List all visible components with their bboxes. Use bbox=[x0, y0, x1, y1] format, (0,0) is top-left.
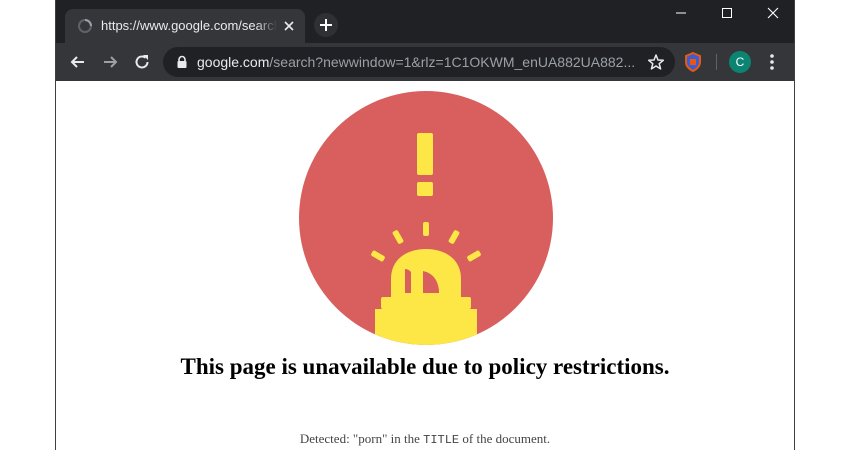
detection-prefix: Detected: "porn" in the bbox=[299, 431, 424, 446]
new-tab-button[interactable] bbox=[314, 13, 338, 37]
page-title: This page is unavailable due to policy r… bbox=[180, 354, 670, 379]
maximize-button[interactable] bbox=[704, 0, 750, 26]
tab-title: https://www.google.com/search?newwindow=… bbox=[101, 18, 277, 33]
tab-google-search[interactable]: https://www.google.com/search?newwindow=… bbox=[65, 9, 305, 43]
detection-keyword: TITLE bbox=[423, 433, 460, 447]
minimize-button[interactable] bbox=[658, 0, 704, 26]
toolbar-divider bbox=[716, 54, 717, 70]
vertical-dots-icon[interactable] bbox=[764, 52, 780, 72]
back-button[interactable] bbox=[66, 50, 90, 74]
minimize-icon bbox=[676, 12, 686, 14]
shield-icon[interactable] bbox=[684, 51, 702, 73]
avatar[interactable]: C bbox=[729, 51, 751, 73]
arrow-left-icon bbox=[70, 56, 84, 68]
url-path: /search?newwindow=1&rlz=1C1OKWM_enUA882U… bbox=[269, 54, 636, 70]
window-close-button[interactable] bbox=[750, 0, 794, 26]
reload-button[interactable] bbox=[130, 50, 154, 74]
star-icon[interactable] bbox=[647, 53, 665, 71]
browser-toolbar: google.com/search?newwindow=1&rlz=1C1OKW… bbox=[56, 43, 794, 81]
close-icon[interactable] bbox=[281, 18, 297, 34]
maximize-icon bbox=[722, 8, 732, 18]
browser-window: https://www.google.com/search?newwindow=… bbox=[55, 0, 795, 450]
plus-icon bbox=[320, 19, 332, 31]
reload-icon bbox=[135, 55, 149, 69]
page-content: This page is unavailable due to policy r… bbox=[56, 81, 794, 450]
tab-strip: https://www.google.com/search?newwindow=… bbox=[56, 0, 794, 43]
siren-alert-icon bbox=[299, 91, 553, 345]
arrow-right-icon bbox=[104, 56, 118, 68]
forward-button[interactable] bbox=[98, 50, 122, 74]
close-icon bbox=[767, 7, 779, 19]
url-host: google.com bbox=[197, 54, 270, 70]
lock-icon[interactable] bbox=[175, 55, 189, 69]
detection-message: Detected: "porn" in the TITLE of the doc… bbox=[56, 431, 794, 448]
address-bar[interactable]: google.com/search?newwindow=1&rlz=1C1OKW… bbox=[163, 47, 675, 77]
loading-spinner-icon bbox=[77, 18, 93, 34]
url-text: google.com/search?newwindow=1&rlz=1C1OKW… bbox=[197, 54, 637, 70]
detection-suffix: of the document. bbox=[459, 431, 551, 446]
